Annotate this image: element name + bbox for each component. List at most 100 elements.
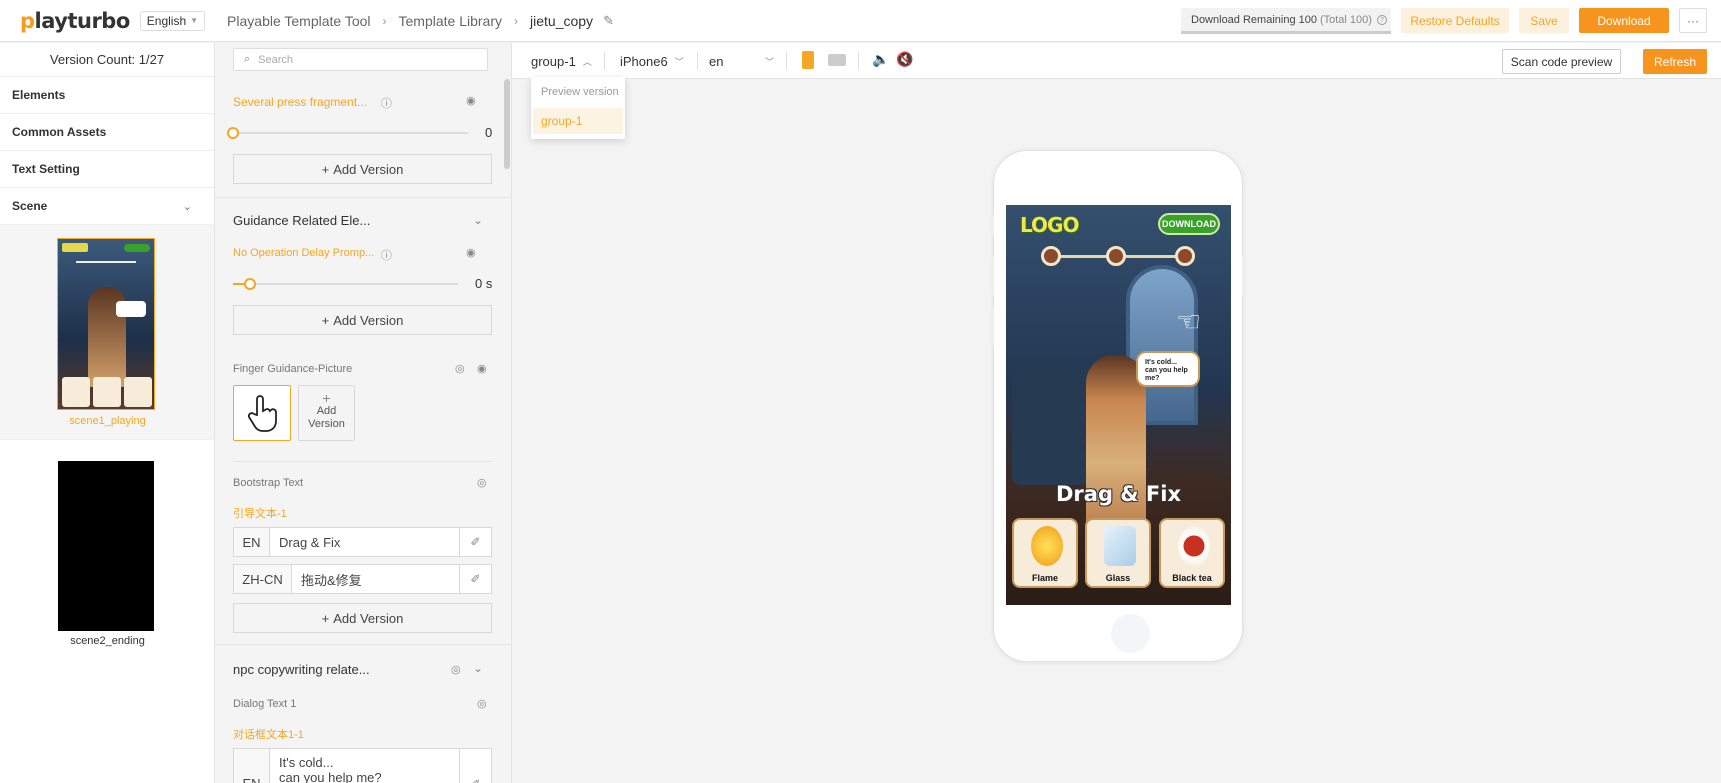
- fragment-title: Several press fragment...: [233, 95, 368, 109]
- flame-icon: [1031, 526, 1063, 566]
- help-icon[interactable]: ⓘ: [381, 95, 392, 111]
- scan-code-preview-button[interactable]: Scan code preview: [1502, 49, 1621, 74]
- speaker-icon[interactable]: 🔈: [872, 51, 889, 68]
- nav-common-assets[interactable]: Common Assets: [0, 114, 214, 151]
- add-version-label: Add Version: [333, 161, 404, 177]
- pencil-icon[interactable]: ✎: [603, 13, 614, 29]
- lang-label: en: [709, 53, 724, 69]
- item-card-black-tea[interactable]: Black tea: [1159, 518, 1225, 588]
- chevron-down-icon: ▼: [190, 16, 199, 25]
- top-bar: playturbo English ▼ Playable Template Too…: [0, 0, 1721, 42]
- item-card-glass[interactable]: Glass: [1085, 518, 1151, 588]
- chevron-down-icon[interactable]: ⌄: [473, 213, 483, 227]
- group-select[interactable]: group-1 ︿: [531, 43, 592, 79]
- finger-title: Finger Guidance-Picture: [233, 363, 353, 375]
- delay-slider-knob[interactable]: [244, 278, 256, 290]
- delay-title: No Operation Delay Promp...: [233, 247, 375, 259]
- chevron-up-icon: ︿: [582, 56, 592, 67]
- breadcrumb-item-library[interactable]: Template Library: [399, 13, 503, 29]
- game-download-button[interactable]: DOWNLOAD: [1158, 213, 1220, 235]
- add-version-button[interactable]: + Add Version: [233, 305, 492, 335]
- chevron-down-icon[interactable]: ⌄: [473, 661, 483, 675]
- quota-bar: [1181, 31, 1391, 34]
- nav-text-setting[interactable]: Text Setting: [0, 151, 214, 188]
- language-select[interactable]: English ▼: [139, 10, 206, 31]
- phone-button: [1242, 256, 1246, 296]
- visibility-icon[interactable]: ◉: [477, 362, 487, 375]
- nav-elements[interactable]: Elements: [0, 77, 214, 114]
- eye-icon[interactable]: ◎: [455, 362, 465, 375]
- fragment-slider-knob[interactable]: [227, 127, 239, 139]
- dialog-row-en: EN It's cold... can you help me? ✐: [233, 748, 492, 783]
- quota-text: Download Remaining 100: [1191, 14, 1317, 26]
- mute-icon[interactable]: 🔇: [896, 51, 913, 68]
- save-button[interactable]: Save: [1519, 8, 1569, 33]
- eye-icon[interactable]: ◎: [451, 663, 461, 676]
- refresh-button[interactable]: Refresh: [1643, 49, 1707, 74]
- card-label: Glass: [1105, 573, 1131, 583]
- dialog-input[interactable]: It's cold... can you help me?: [270, 749, 459, 783]
- dropdown-option[interactable]: group-1: [533, 108, 623, 134]
- lang-select[interactable]: en ﹀: [709, 43, 774, 79]
- finger-picture[interactable]: [233, 385, 291, 441]
- add-version-button[interactable]: + Add Version: [233, 603, 492, 633]
- bubble-line-2: can you help me?: [1145, 367, 1188, 382]
- delay-slider-track[interactable]: [233, 283, 458, 285]
- breadcrumb: Playable Template Tool › Template Librar…: [227, 13, 614, 29]
- visibility-icon[interactable]: ◉: [466, 94, 476, 107]
- eye-icon[interactable]: ◎: [477, 697, 487, 710]
- landscape-icon[interactable]: [828, 54, 846, 66]
- text-input[interactable]: Drag & Fix: [270, 528, 459, 556]
- add-version-tile[interactable]: + Add Version: [298, 385, 355, 441]
- bubble-line-1: It's cold...: [1145, 359, 1178, 366]
- text-row-zh: ZH-CN 拖动&修复 ✐: [233, 564, 492, 594]
- scene1-label[interactable]: scene1_playing: [0, 415, 215, 427]
- chevron-right-icon: ›: [382, 13, 387, 28]
- download-quota: Download Remaining 100 (Total 100) ?: [1181, 8, 1391, 34]
- plus-icon: +: [321, 312, 330, 328]
- game-preview-screen[interactable]: LOGO DOWNLOAD ☜ It's cold... can you hel…: [1006, 205, 1231, 605]
- device-select[interactable]: iPhone6 ﹀: [620, 43, 684, 79]
- add-version-button[interactable]: + Add Version: [233, 154, 492, 184]
- scene2-label[interactable]: scene2_ending: [0, 635, 215, 647]
- nav-scene[interactable]: Scene ⌄: [0, 188, 214, 225]
- search-icon: ⌕: [244, 53, 251, 65]
- restore-defaults-button[interactable]: Restore Defaults: [1401, 8, 1509, 33]
- item-card-flame[interactable]: Flame: [1012, 518, 1078, 588]
- game-logo: LOGO: [1020, 213, 1079, 237]
- text-input[interactable]: 拖动&修复: [292, 565, 459, 593]
- progress-dot: [1041, 246, 1061, 266]
- speech-bubble: It's cold... can you help me?: [1136, 351, 1200, 387]
- help-icon[interactable]: ⓘ: [381, 247, 392, 263]
- scene1-thumbnail[interactable]: [57, 238, 155, 410]
- search-input[interactable]: ⌕ Search: [233, 48, 488, 71]
- divider: [233, 461, 492, 462]
- help-icon[interactable]: ?: [1376, 15, 1387, 25]
- fragment-slider-track[interactable]: [233, 132, 468, 134]
- scene2-thumbnail[interactable]: [58, 461, 154, 631]
- scrollbar[interactable]: [504, 79, 510, 169]
- progress-dot: [1175, 246, 1195, 266]
- hand-pointer-icon: [247, 395, 277, 432]
- download-button[interactable]: Download: [1579, 8, 1669, 33]
- version-label: Version: [308, 418, 345, 430]
- glass-icon: [1104, 526, 1136, 566]
- breadcrumb-item-tool[interactable]: Playable Template Tool: [227, 13, 370, 29]
- dialog-line-1: It's cold...: [279, 755, 334, 770]
- chevron-right-icon: ›: [514, 13, 519, 28]
- brush-icon[interactable]: ✐: [459, 565, 491, 593]
- chevron-down-icon: ﹀: [674, 56, 684, 67]
- brush-icon[interactable]: ✐: [459, 528, 491, 556]
- text-row-en: EN Drag & Fix ✐: [233, 527, 492, 557]
- brush-icon[interactable]: ✐: [459, 749, 491, 783]
- eye-icon[interactable]: ◎: [477, 476, 487, 489]
- plus-icon: +: [321, 161, 330, 177]
- portrait-icon[interactable]: [802, 51, 814, 69]
- device-label: iPhone6: [620, 53, 668, 69]
- more-button[interactable]: ···: [1679, 8, 1707, 33]
- divider: [215, 197, 511, 198]
- visibility-icon[interactable]: ◉: [466, 246, 476, 259]
- home-button: [1111, 614, 1150, 653]
- divider: [858, 52, 859, 70]
- app-logo[interactable]: playturbo: [20, 9, 130, 33]
